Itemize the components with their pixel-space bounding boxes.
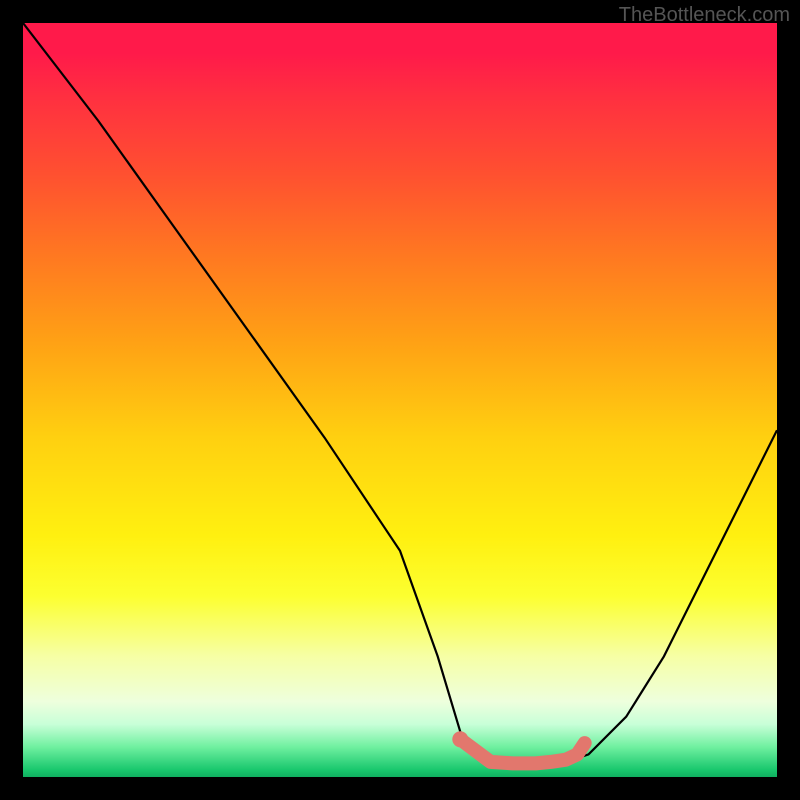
highlight-point bbox=[452, 731, 468, 747]
highlight-segment bbox=[460, 739, 584, 763]
watermark-text: TheBottleneck.com bbox=[619, 4, 790, 27]
chart-svg bbox=[23, 23, 777, 777]
bottleneck-curve bbox=[23, 23, 777, 762]
plot-area bbox=[23, 23, 777, 777]
